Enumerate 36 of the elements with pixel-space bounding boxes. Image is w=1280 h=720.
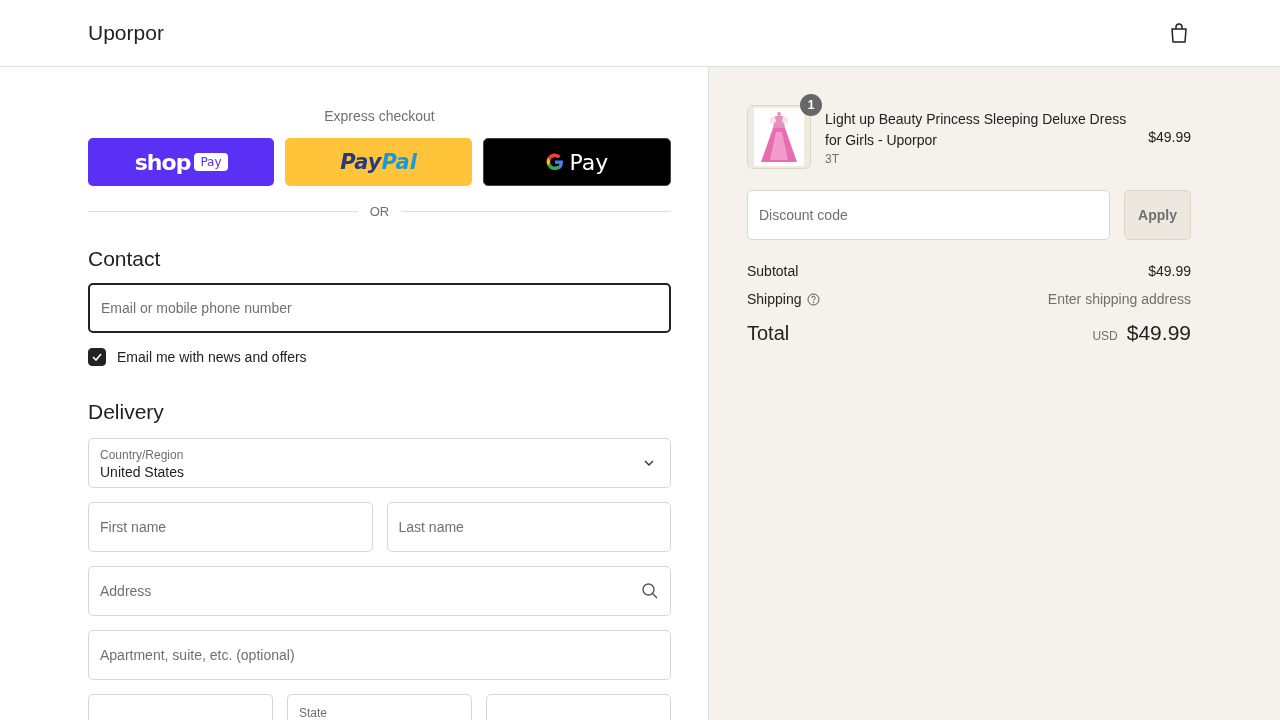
address-field[interactable]: Address xyxy=(88,566,671,616)
google-pay-button[interactable]: Pay xyxy=(482,138,671,186)
text-field[interactable]: Last name xyxy=(386,502,671,552)
discount-code-field[interactable]: Discount code xyxy=(747,190,1110,240)
email-field[interactable]: Email or mobile phone number xyxy=(88,283,671,333)
total-label: Total xyxy=(747,321,790,345)
subtotal-label: Subtotal xyxy=(747,263,799,279)
subtotal-value: $49.99 xyxy=(1148,263,1191,279)
delivery-heading: Delivery xyxy=(88,400,165,424)
or-divider-text: OR xyxy=(369,204,390,219)
checkmark-icon xyxy=(92,353,102,361)
product-price: $49.99 xyxy=(1148,129,1191,145)
currency-code: USD xyxy=(1092,329,1118,343)
express-checkout-title: Express checkout xyxy=(324,108,435,124)
text-field[interactable]: First name xyxy=(88,502,373,552)
shop-pay-button[interactable]: shop Pay xyxy=(88,138,275,186)
product-name: Light up Beauty Princess Sleeping Deluxe Dress for Girls - Uporpor xyxy=(825,109,1128,150)
country-select[interactable]: Country/Region United States xyxy=(88,438,671,488)
shipping-value: Enter shipping address xyxy=(1047,291,1191,307)
quantity-badge: 1 xyxy=(800,94,822,116)
chevron-down-icon xyxy=(644,460,654,466)
help-icon[interactable] xyxy=(806,292,820,306)
paypal-button[interactable]: PayPal xyxy=(285,138,472,186)
shipping-label: Shipping xyxy=(747,291,802,307)
state-select[interactable]: State xyxy=(287,694,472,720)
shopping-bag-icon[interactable] xyxy=(1170,23,1188,43)
contact-heading: Contact xyxy=(88,247,162,271)
text-field[interactable]: Apartment, suite, etc. (optional) xyxy=(88,630,671,680)
checkbox[interactable] xyxy=(88,348,106,366)
total-value: $49.99 xyxy=(1126,321,1191,345)
apply-button[interactable]: Apply xyxy=(1124,190,1191,240)
newsletter-label: Email me with news and offers xyxy=(117,349,307,365)
g-letter-icon xyxy=(545,152,566,172)
product-variant: 3T xyxy=(825,151,840,166)
search-icon[interactable] xyxy=(641,582,659,600)
store-logo[interactable]: Uporpor xyxy=(88,21,164,45)
